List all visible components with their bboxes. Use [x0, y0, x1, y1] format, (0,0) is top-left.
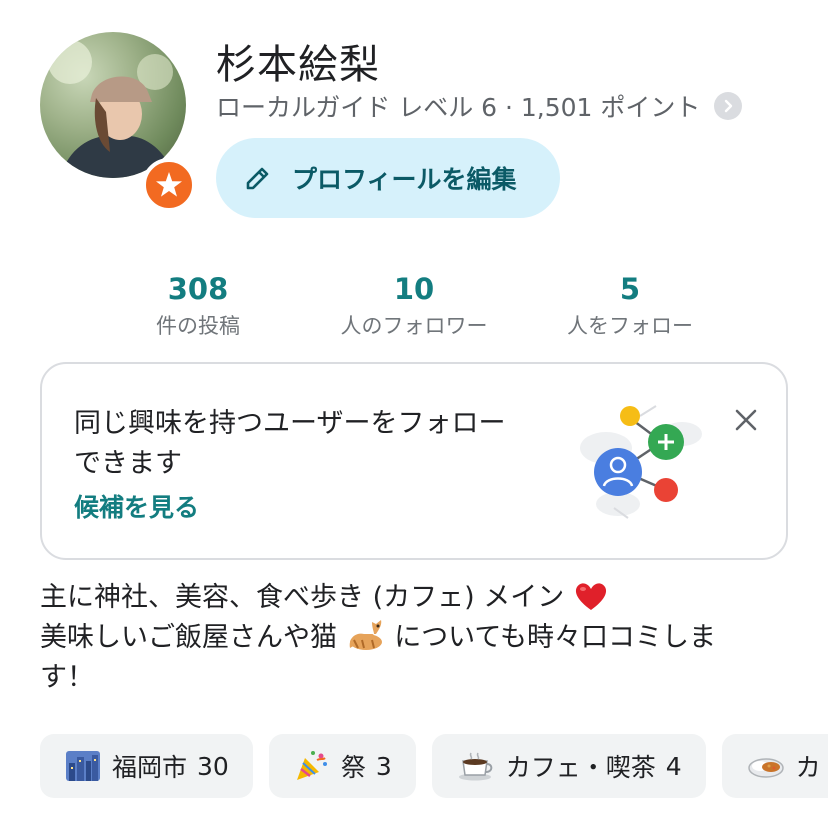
- edit-profile-label: プロフィールを編集: [292, 165, 517, 194]
- local-guide-level[interactable]: ローカルガイド レベル 6 · 1,501 ポイント: [216, 88, 743, 124]
- chip-fukuoka-label: 福岡市: [112, 753, 188, 782]
- chip-fukuoka[interactable]: 福岡市 30: [40, 734, 253, 798]
- bio-line-1-text: 主に神社、美容、食べ歩き (カフェ) メイン: [40, 582, 565, 613]
- profile-page: 杉本絵梨 ローカルガイド レベル 6 · 1,501 ポイント プロフィールを編…: [0, 0, 828, 823]
- stat-following[interactable]: 5 人をフォロー: [550, 272, 710, 340]
- chip-fukuoka-count: 30: [197, 751, 229, 781]
- bio-line-1: 主に神社、美容、食べ歩き (カフェ) メイン: [40, 578, 788, 618]
- chip-cafe-count: 4: [665, 751, 682, 781]
- chevron-right-icon[interactable]: [714, 92, 743, 120]
- chip-festival-count: 3: [375, 751, 392, 781]
- profile-bio: 主に神社、美容、食べ歩き (カフェ) メイン 美味しいご飯屋さんや猫 についても…: [40, 578, 788, 698]
- coffee-cup-icon: [458, 751, 494, 781]
- heart-emoji-icon: [575, 583, 606, 610]
- avatar-container[interactable]: [40, 32, 196, 212]
- follow-suggestion-line2: できます: [74, 448, 182, 479]
- bio-line-2-text-b: についても時々口コミしま: [394, 622, 717, 653]
- follow-suggestion-message: 同じ興味を持つユーザーをフォロー できます: [74, 404, 564, 484]
- chip-curry-label: カ: [795, 753, 821, 782]
- stat-followers-label: 人のフォロワー: [340, 314, 488, 338]
- stat-following-label: 人をフォロー: [567, 314, 693, 338]
- bio-line-3: す！: [40, 662, 94, 693]
- curry-icon: [747, 752, 784, 780]
- edit-profile-button[interactable]: プロフィールを編集: [216, 138, 560, 218]
- stat-followers-value: 10: [393, 272, 435, 306]
- chip-festival[interactable]: 祭 3: [268, 734, 416, 798]
- star-icon: [156, 172, 182, 197]
- close-icon[interactable]: [728, 402, 764, 438]
- pencil-icon: [244, 164, 272, 192]
- profile-name: 杉本絵梨: [216, 42, 380, 88]
- local-guide-badge: [142, 158, 196, 212]
- stat-posts-value: 308: [167, 272, 229, 306]
- chip-festival-label: 祭: [340, 753, 366, 782]
- cat-emoji-icon: [349, 620, 382, 650]
- party-popper-icon: [295, 750, 329, 782]
- follow-suggestion-card: 同じ興味を持つユーザーをフォロー できます 候補を見る: [40, 362, 788, 560]
- follow-people-illustration-icon: [580, 405, 702, 519]
- see-suggestions-link[interactable]: 候補を見る: [74, 488, 199, 524]
- local-guide-level-text: ローカルガイド レベル 6 · 1,501 ポイント: [216, 93, 701, 122]
- follow-suggestion-line1: 同じ興味を持つユーザーをフォロー: [74, 408, 506, 439]
- stat-followers[interactable]: 10 人のフォロワー: [314, 272, 514, 340]
- bio-line-2-text-a: 美味しいご飯屋さんや猫: [40, 622, 337, 653]
- bio-line-2: 美味しいご飯屋さんや猫 についても時々口コミしま: [40, 618, 788, 658]
- stat-following-value: 5: [619, 272, 641, 306]
- chip-curry[interactable]: カ: [721, 734, 828, 798]
- stat-posts[interactable]: 308 件の投稿: [120, 272, 276, 340]
- chip-cafe[interactable]: カフェ・喫茶 4: [431, 734, 706, 798]
- avatar-photo: [48, 40, 175, 178]
- chip-cafe-label: カフェ・喫茶: [505, 753, 656, 782]
- avatar[interactable]: [40, 32, 186, 178]
- topic-chips: 福岡市 30 祭 3 カフェ・喫茶 4 カ: [40, 734, 828, 798]
- profile-stats: 308 件の投稿 10 人のフォロワー 5 人をフォロー: [0, 272, 828, 352]
- cityscape-icon: [66, 751, 100, 781]
- stat-posts-label: 件の投稿: [156, 314, 240, 338]
